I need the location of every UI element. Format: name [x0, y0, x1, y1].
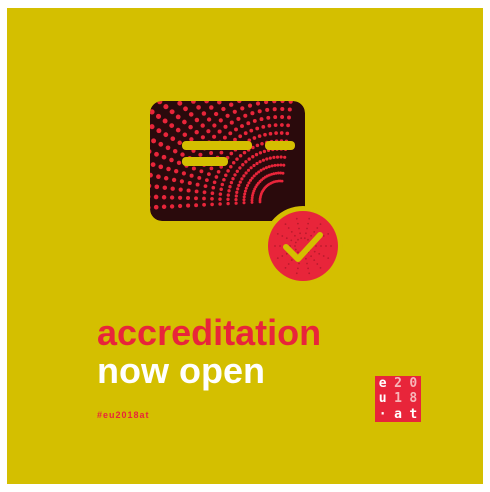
logo-cell: 2: [394, 376, 402, 391]
poster: accreditation now open #eu2018at e 2 0 u…: [7, 8, 483, 484]
logo-cell: u: [378, 391, 387, 407]
checkmark-badge-icon: [262, 205, 344, 287]
logo-cell: e: [378, 376, 387, 391]
accreditation-card-icon: [150, 101, 305, 221]
logo-cell: t: [409, 406, 418, 422]
logo-cell: a: [394, 406, 402, 422]
logo-cell: 1: [394, 391, 402, 407]
logo-cell: ·: [378, 406, 387, 422]
logo-cell: 8: [409, 391, 418, 407]
hashtag: #eu2018at: [97, 410, 150, 420]
eu2018at-logo: e 2 0 u 1 8 · a t: [375, 376, 421, 422]
headline-accreditation: accreditation: [97, 312, 322, 353]
headline-now-open: now open: [97, 350, 265, 391]
logo-cell: 0: [409, 376, 418, 391]
